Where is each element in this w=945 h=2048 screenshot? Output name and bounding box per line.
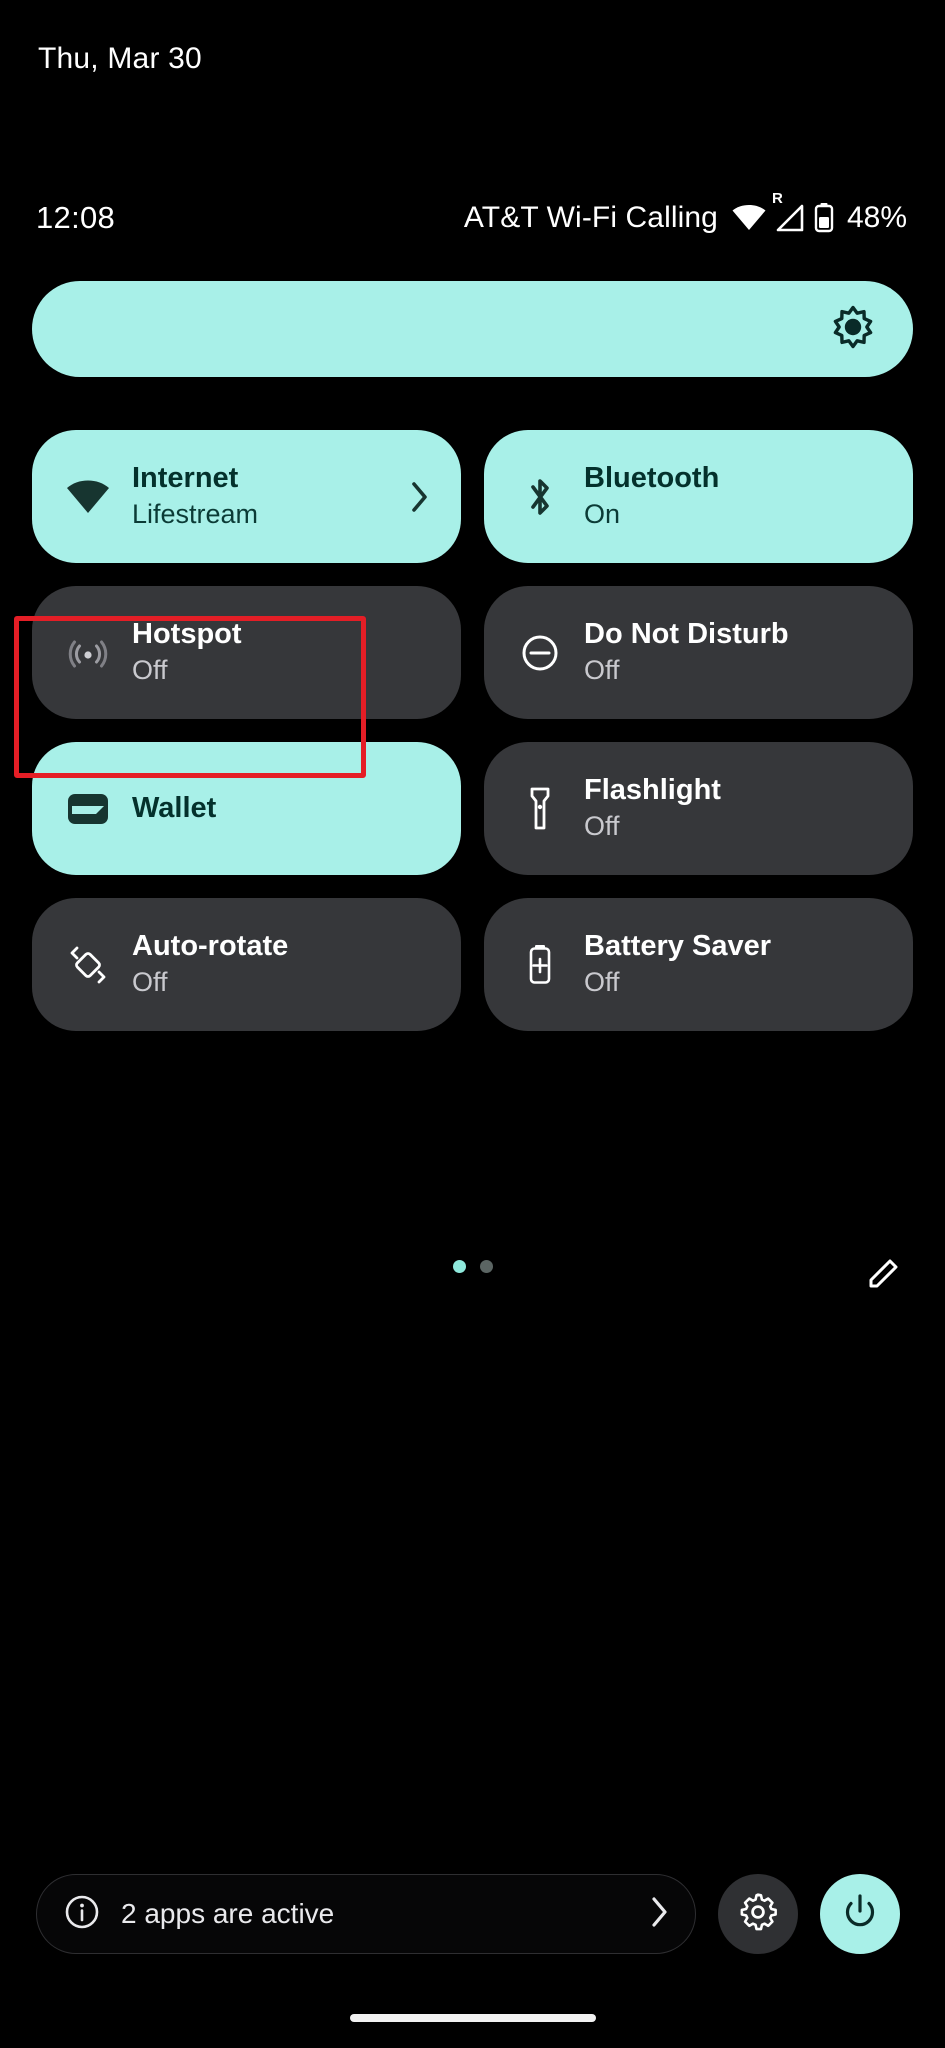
tile-hotspot-subtitle: Off [132,655,168,686]
tile-do-not-disturb-text: Do Not Disturb Off [584,617,889,688]
tile-battery-saver-title: Battery Saver [584,930,771,963]
status-bar: 12:08 AT&T Wi-Fi Calling R 48% [0,191,945,241]
tile-internet-text: Internet Lifestream [132,461,397,532]
tile-wallet-text: Wallet [132,791,437,826]
carrier-label: AT&T Wi-Fi Calling [463,201,718,234]
tile-do-not-disturb-title: Do Not Disturb [584,618,789,651]
tile-flashlight-title: Flashlight [584,774,721,807]
quick-settings-tile-grid: Internet Lifestream Bluetooth On Hotspot… [32,430,913,1031]
active-apps-label: 2 apps are active [121,1898,335,1929]
tile-bluetooth-subtitle: On [584,499,621,530]
footer-bar: 2 apps are active [0,1866,945,1962]
tile-flashlight-subtitle: Off [584,811,620,842]
brightness-icon [831,305,875,354]
wifi-icon [62,480,114,514]
hotspot-icon [62,631,114,675]
tile-auto-rotate-text: Auto-rotate Off [132,929,437,1000]
auto-rotate-icon [62,943,114,987]
tile-battery-saver-subtitle: Off [584,967,620,998]
tile-auto-rotate-title: Auto-rotate [132,930,289,963]
status-bar-clock: 12:08 [36,200,116,235]
lockscreen-date: Thu, Mar 30 [38,42,202,75]
brightness-slider[interactable] [32,281,913,377]
tile-hotspot[interactable]: Hotspot Off [32,586,461,719]
tile-wallet-title: Wallet [132,792,217,825]
tile-hotspot-text: Hotspot Off [132,617,437,688]
edit-tiles-button[interactable] [861,1252,907,1298]
power-button[interactable] [820,1874,900,1954]
info-icon [63,1893,101,1936]
tile-wallet[interactable]: Wallet [32,742,461,875]
tile-do-not-disturb[interactable]: Do Not Disturb Off [484,586,913,719]
roaming-label: R [771,190,783,207]
page-dot-2[interactable] [479,1260,493,1273]
tile-do-not-disturb-subtitle: Off [584,655,620,686]
battery-saver-icon [514,942,566,988]
chevron-right-icon[interactable] [649,1896,669,1933]
tile-auto-rotate-subtitle: Off [132,967,168,998]
tile-internet[interactable]: Internet Lifestream [32,430,461,563]
tile-bluetooth[interactable]: Bluetooth On [484,430,913,563]
tile-internet-title: Internet [132,462,239,495]
wallet-icon [62,791,114,827]
bluetooth-icon [514,475,566,519]
page-indicator-dots[interactable] [452,1260,493,1273]
flashlight-icon [514,786,566,832]
battery-percent-label: 48% [846,201,907,234]
battery-icon [814,203,834,233]
power-icon [840,1892,880,1937]
settings-button[interactable] [718,1874,798,1954]
pencil-icon [864,1253,904,1298]
tile-flashlight-text: Flashlight Off [584,773,889,844]
tile-auto-rotate[interactable]: Auto-rotate Off [32,898,461,1031]
cellular-signal-roaming-icon: R [772,191,805,232]
tile-bluetooth-title: Bluetooth [584,462,720,495]
page-dot-1[interactable] [452,1260,466,1273]
gear-icon [738,1892,778,1937]
tile-bluetooth-text: Bluetooth On [584,461,889,532]
tile-flashlight[interactable]: Flashlight Off [484,742,913,875]
tile-battery-saver-text: Battery Saver Off [584,929,889,1000]
active-apps-button[interactable]: 2 apps are active [36,1874,696,1954]
home-indicator [349,2014,596,2022]
wifi-icon [732,205,766,231]
chevron-right-icon[interactable] [403,481,437,513]
quick-settings-pager [0,1252,945,1298]
tile-internet-subtitle: Lifestream [132,499,259,530]
status-bar-right-cluster: AT&T Wi-Fi Calling R 48% [463,191,907,235]
tile-hotspot-title: Hotspot [132,618,242,651]
tile-battery-saver[interactable]: Battery Saver Off [484,898,913,1031]
do-not-disturb-icon [514,632,566,674]
quick-settings-screen: Thu, Mar 30 12:08 AT&T Wi-Fi Calling R 4… [0,0,945,2048]
